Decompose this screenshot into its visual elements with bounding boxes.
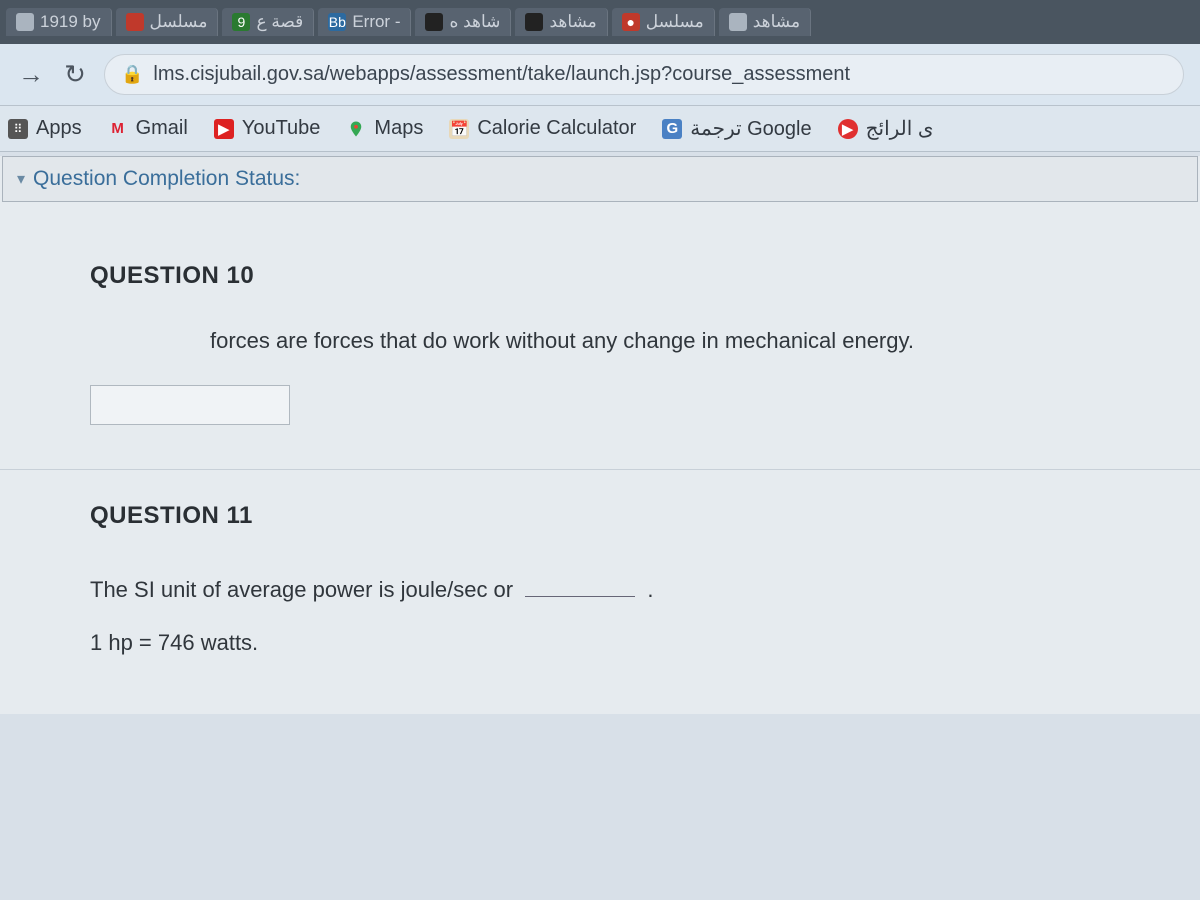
browser-tab[interactable]: ● مسلسل [612, 8, 715, 36]
tab-label: شاهد ه [449, 12, 500, 32]
bookmark-label: Gmail [136, 117, 188, 140]
tab-label: مشاهد [753, 12, 800, 32]
bookmark-apps[interactable]: ⠿ Apps [8, 117, 82, 140]
address-bar[interactable]: 🔒 lms.cisjubail.gov.sa/webapps/assessmen… [104, 54, 1184, 95]
bookmarks-bar: ⠿ Apps M Gmail ▶ YouTube Maps 📅 Calorie … [0, 106, 1200, 152]
question-text-line2: 1 hp = 746 watts. [90, 630, 258, 655]
bookmark-google-translate[interactable]: G ترجمة Google [662, 116, 811, 141]
browser-tab[interactable]: 9 قصة ع [222, 8, 314, 36]
address-bar-row: → ↻ 🔒 lms.cisjubail.gov.sa/webapps/asses… [0, 44, 1200, 106]
browser-tab[interactable]: Bb Error - [318, 8, 411, 36]
browser-tab[interactable]: مشاهد [515, 8, 607, 36]
bookmark-label: Apps [36, 117, 82, 140]
lock-icon: 🔒 [121, 64, 143, 85]
questions-area: QUESTION 10 forces are forces that do wo… [0, 202, 1200, 714]
tab-label: مشاهد [549, 12, 596, 32]
apps-icon: ⠿ [8, 119, 28, 139]
browser-tab[interactable]: مشاهد [719, 8, 811, 36]
browser-tabs-bar: 1919 by مسلسل 9 قصة ع Bb Error - شاهد ه … [0, 0, 1200, 44]
bookmark-label: ترجمة Google [690, 116, 811, 141]
trending-icon: ▶ [838, 119, 858, 139]
maps-icon [346, 119, 366, 139]
bookmark-label: YouTube [242, 117, 321, 140]
bookmark-gmail[interactable]: M Gmail [108, 117, 188, 140]
tab-label: قصة ع [256, 12, 303, 32]
calculator-icon: 📅 [449, 119, 469, 139]
tab-favicon-icon: ● [622, 13, 640, 31]
question-completion-status[interactable]: ▾ Question Completion Status: [2, 156, 1198, 202]
chevron-down-icon: ▾ [17, 169, 25, 189]
question-11: QUESTION 11 The SI unit of average power… [0, 470, 1200, 714]
status-label: Question Completion Status: [33, 167, 300, 191]
youtube-icon: ▶ [214, 119, 234, 139]
tab-label: 1919 by [40, 12, 101, 32]
bookmark-label: ى الرائج [866, 116, 934, 141]
question-10: QUESTION 10 forces are forces that do wo… [0, 230, 1200, 470]
tab-favicon-icon: 9 [232, 13, 250, 31]
bookmark-label: Maps [374, 117, 423, 140]
tab-label: مسلسل [646, 12, 704, 32]
question-text-part: The SI unit of average power is joule/se… [90, 577, 519, 602]
page-content: ▾ Question Completion Status: QUESTION 1… [0, 156, 1200, 714]
question-text: The SI unit of average power is joule/se… [90, 564, 1110, 670]
google-translate-icon: G [662, 119, 682, 139]
tab-favicon-icon [425, 13, 443, 31]
forward-icon[interactable]: → [16, 59, 46, 90]
url-text: lms.cisjubail.gov.sa/webapps/assessment/… [153, 63, 850, 86]
question-label: QUESTION 10 [90, 262, 1110, 290]
browser-tab[interactable]: 1919 by [6, 8, 112, 36]
tab-favicon-icon [525, 13, 543, 31]
tab-label: Error - [352, 12, 400, 32]
tab-favicon-icon [16, 13, 34, 31]
question-text: forces are forces that do work without a… [90, 324, 1110, 357]
bookmark-youtube[interactable]: ▶ YouTube [214, 117, 321, 140]
reload-icon[interactable]: ↻ [60, 59, 90, 90]
bookmark-maps[interactable]: Maps [346, 117, 423, 140]
bookmark-calorie-calculator[interactable]: 📅 Calorie Calculator [449, 117, 636, 140]
browser-tab[interactable]: شاهد ه [415, 8, 511, 36]
tab-favicon-icon [126, 13, 144, 31]
answer-input-q10[interactable] [90, 385, 290, 425]
blank-line [525, 596, 635, 597]
gmail-icon: M [108, 119, 128, 139]
question-text-part: . [641, 577, 653, 602]
tab-favicon-icon: Bb [328, 13, 346, 31]
bookmark-trending[interactable]: ▶ ى الرائج [838, 116, 934, 141]
tab-favicon-icon [729, 13, 747, 31]
tab-label: مسلسل [150, 12, 208, 32]
bookmark-label: Calorie Calculator [477, 117, 636, 140]
question-label: QUESTION 11 [90, 502, 1110, 530]
browser-tab[interactable]: مسلسل [116, 8, 219, 36]
